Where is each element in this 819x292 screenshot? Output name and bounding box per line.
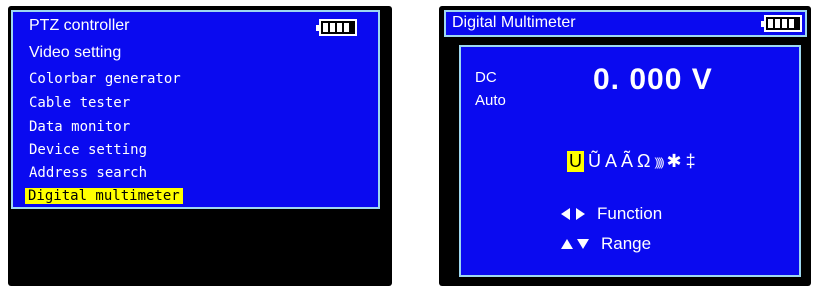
menu-item-data-monitor[interactable]: Data monitor	[29, 119, 130, 135]
ohm-icon[interactable]: Ω	[637, 151, 650, 172]
menu-item-cable-tester[interactable]: Cable tester	[29, 95, 130, 111]
diode-icon[interactable]: ✱	[666, 151, 681, 172]
mode-label: DC	[475, 69, 497, 86]
menu-item-colorbar-generator[interactable]: Colorbar generator	[29, 71, 181, 87]
screen-title: Digital Multimeter	[452, 14, 576, 31]
capacitor-icon[interactable]: ‡	[686, 151, 696, 172]
range-hint: Range	[561, 234, 651, 254]
right-arrow-icon	[576, 208, 585, 220]
continuity-icon[interactable]: ))))	[655, 155, 665, 169]
menu-item-video-setting[interactable]: Video setting	[29, 44, 121, 62]
down-arrow-icon	[577, 239, 589, 249]
menu-item-ptz-controller[interactable]: PTZ controller	[29, 17, 129, 35]
menu-item-address-search[interactable]: Address search	[29, 165, 147, 181]
main-menu-panel: PTZ controller Video setting Colorbar ge…	[11, 10, 380, 209]
title-bar: Digital Multimeter	[444, 10, 807, 37]
dc-current-icon[interactable]: A	[605, 151, 617, 172]
left-arrow-icon	[561, 208, 570, 220]
function-hint-label: Function	[597, 204, 663, 223]
reading-value: 0. 000 V	[593, 63, 713, 96]
range-mode-label: Auto	[475, 92, 506, 109]
mode-icon-row: U Ũ A Ã Ω )))) ✱ ‡	[567, 151, 696, 172]
ac-current-icon[interactable]: Ã	[621, 151, 633, 172]
menu-item-device-setting[interactable]: Device setting	[29, 142, 147, 158]
menu-item-digital-multimeter[interactable]: Digital multimeter	[25, 188, 183, 204]
function-hint: Function	[561, 204, 662, 224]
battery-icon	[761, 15, 802, 32]
ac-voltage-icon[interactable]: Ũ	[588, 151, 601, 172]
multimeter-panel: DC Auto 0. 000 V U Ũ A Ã Ω )))) ✱ ‡ Func…	[459, 45, 801, 277]
dc-voltage-icon[interactable]: U	[567, 151, 584, 172]
range-hint-label: Range	[601, 234, 652, 253]
up-arrow-icon	[561, 239, 573, 249]
battery-icon	[316, 19, 357, 36]
